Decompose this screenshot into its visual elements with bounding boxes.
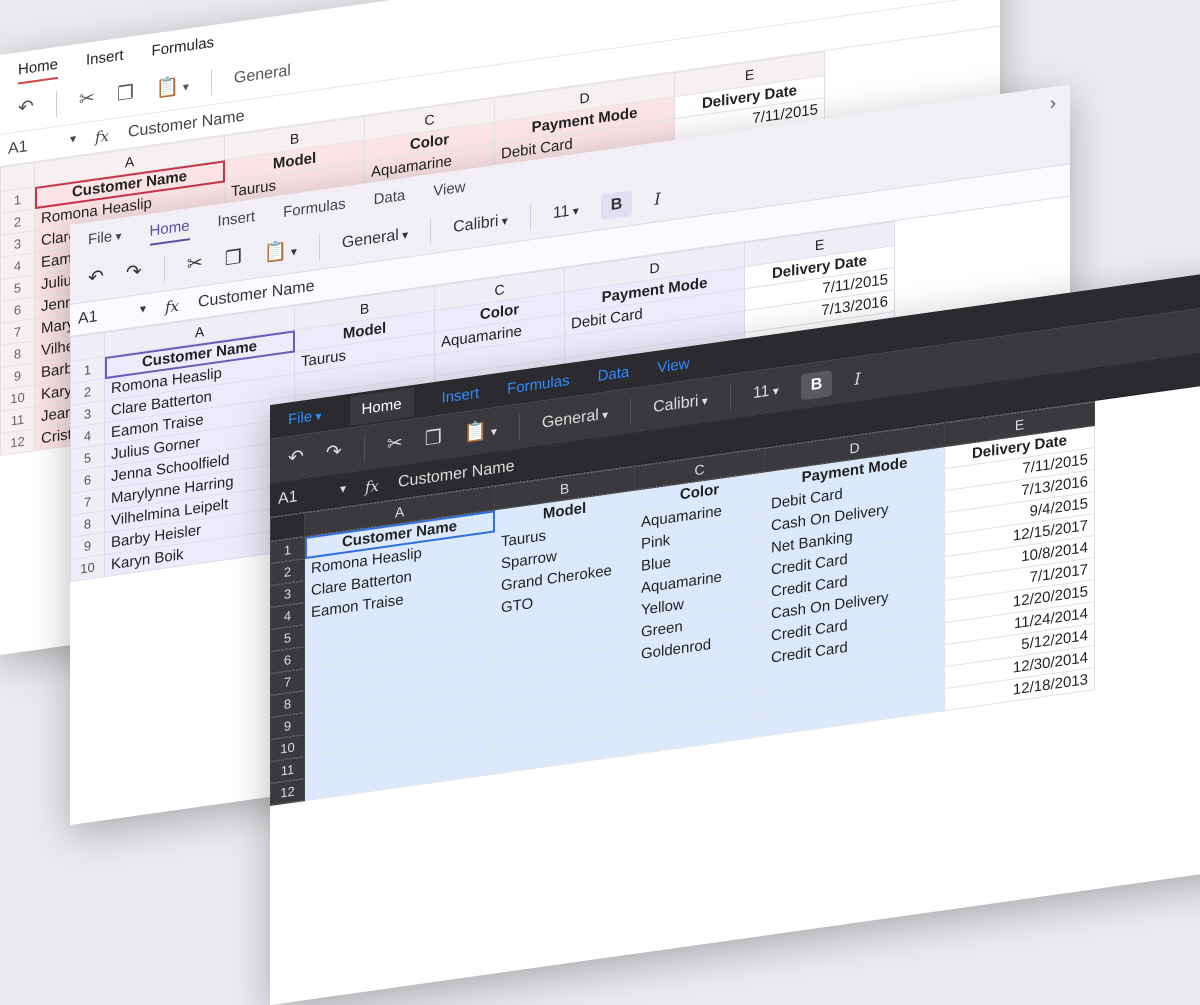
separator <box>55 90 57 117</box>
undo-icon[interactable]: ↶ <box>18 96 34 119</box>
tab-formulas[interactable]: Formulas <box>152 33 215 59</box>
font-size-select[interactable]: 11 <box>553 201 579 223</box>
row-header[interactable]: 10 <box>70 554 105 582</box>
fx-icon: fx <box>364 476 379 497</box>
tab-view[interactable]: View <box>433 178 465 200</box>
number-format-select[interactable]: General <box>234 62 291 88</box>
separator <box>210 68 212 95</box>
tab-insert[interactable]: Insert <box>218 207 256 229</box>
redo-icon[interactable]: ↷ <box>326 441 342 464</box>
number-format-select[interactable]: General <box>542 405 608 432</box>
tab-data[interactable]: Data <box>598 363 630 384</box>
tab-home[interactable]: Home <box>18 55 58 78</box>
separator <box>529 203 531 230</box>
separator <box>729 383 731 410</box>
undo-icon[interactable]: ↶ <box>288 446 304 469</box>
cut-icon[interactable]: ✂ <box>79 88 95 111</box>
copy-icon[interactable]: ❐ <box>425 427 442 450</box>
separator <box>163 255 165 282</box>
tab-view[interactable]: View <box>657 355 689 377</box>
bold-button[interactable]: B <box>800 369 833 400</box>
tab-home[interactable]: Home <box>150 217 190 240</box>
name-box[interactable]: A1 <box>0 130 84 160</box>
tab-data[interactable]: Data <box>374 186 406 207</box>
tab-formulas[interactable]: Formulas <box>283 195 346 221</box>
file-menu[interactable]: File <box>288 406 322 428</box>
row-header[interactable]: 12 <box>0 428 35 456</box>
fx-icon: fx <box>164 296 179 317</box>
number-format-select[interactable]: General <box>342 225 408 252</box>
redo-icon[interactable]: ↷ <box>126 261 142 284</box>
cut-icon[interactable]: ✂ <box>187 252 203 275</box>
paste-icon[interactable]: 📋 <box>156 75 189 100</box>
separator <box>318 233 320 260</box>
file-menu[interactable]: File <box>88 226 122 248</box>
bold-button[interactable]: B <box>600 189 633 220</box>
undo-icon[interactable]: ↶ <box>88 266 104 289</box>
separator <box>630 397 632 424</box>
separator <box>430 217 432 244</box>
row-header[interactable]: 12 <box>270 778 305 806</box>
font-name-select[interactable]: Calibri <box>653 391 708 417</box>
font-name-select[interactable]: Calibri <box>453 211 508 237</box>
cut-icon[interactable]: ✂ <box>387 432 403 455</box>
separator <box>363 435 365 462</box>
italic-button[interactable]: I <box>654 189 660 209</box>
copy-icon[interactable]: ❐ <box>117 82 134 105</box>
tab-formulas[interactable]: Formulas <box>507 371 570 397</box>
name-box[interactable]: A1 <box>270 480 354 510</box>
separator <box>518 413 520 440</box>
chevron-right-icon[interactable]: › <box>1050 92 1056 114</box>
tab-insert[interactable]: Insert <box>442 384 480 406</box>
copy-icon[interactable]: ❐ <box>225 247 242 270</box>
tab-insert[interactable]: Insert <box>86 46 124 68</box>
paste-icon[interactable]: 📋 <box>264 240 297 264</box>
fx-icon: fx <box>94 126 109 147</box>
font-size-select[interactable]: 11 <box>753 381 779 403</box>
name-box[interactable]: A1 <box>70 300 154 330</box>
paste-icon[interactable]: 📋 <box>464 420 497 444</box>
italic-button[interactable]: I <box>854 369 860 389</box>
